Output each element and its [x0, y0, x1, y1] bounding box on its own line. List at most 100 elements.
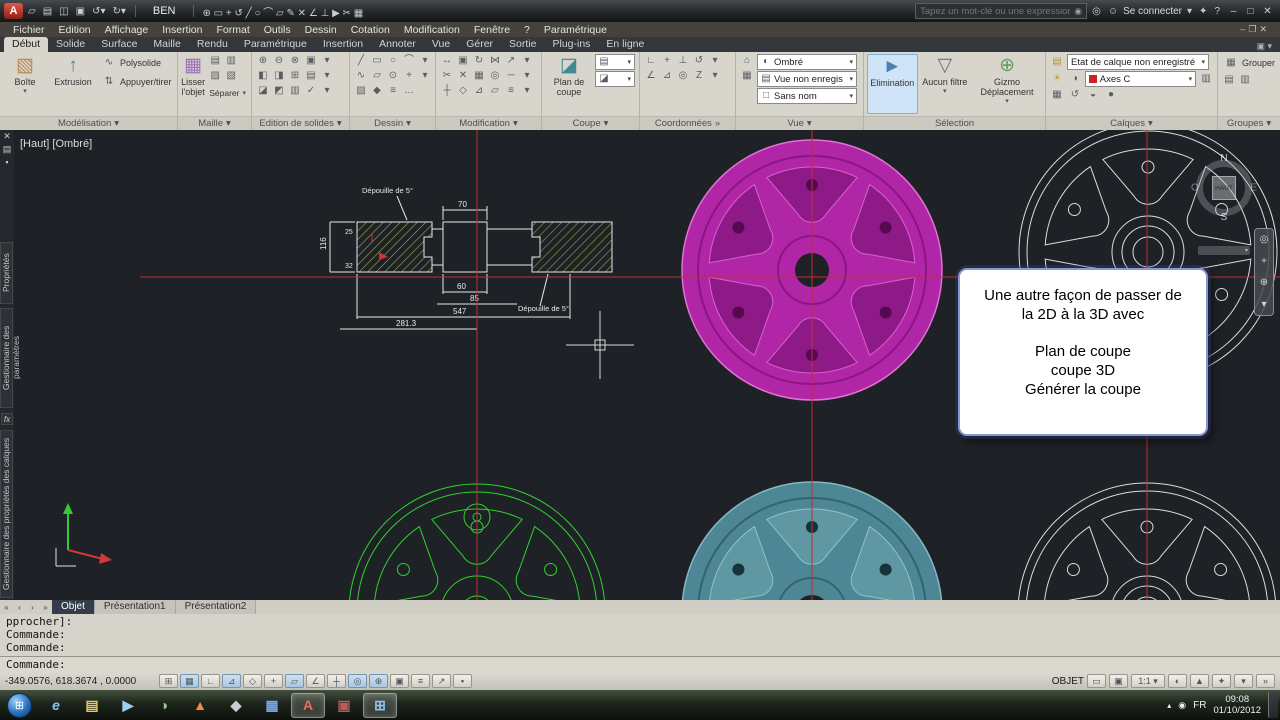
polar-toggle[interactable]: ◇: [243, 674, 262, 688]
chevron-down-icon[interactable]: ▾: [707, 69, 723, 83]
layer-on-icon[interactable]: ☀: [1049, 72, 1065, 86]
plus-icon[interactable]: +: [401, 69, 417, 83]
workspace-gear-icon[interactable]: ✦: [1212, 674, 1231, 688]
panel-label-edition-solides[interactable]: Edition de solides ▾: [252, 116, 349, 130]
search-input[interactable]: [920, 5, 1071, 17]
mesh-crease-icon[interactable]: ▥: [223, 54, 239, 68]
close-button[interactable]: ✕: [1259, 6, 1276, 17]
palette-tab-calques[interactable]: Gestionnaire des propriétés des calques: [0, 430, 13, 598]
chevron-down-icon[interactable]: ▾: [707, 54, 723, 68]
viewcube-east[interactable]: E: [1250, 183, 1257, 194]
appuyer-tirer-button[interactable]: ⇅ Appuyer/tirer: [99, 73, 174, 91]
tab-enligne[interactable]: En ligne: [598, 37, 652, 52]
taskbar-window-icon[interactable]: ⊞: [363, 692, 397, 718]
dyn-toggle[interactable]: ◎: [348, 674, 367, 688]
layer-previous-icon[interactable]: ↺: [1067, 88, 1083, 102]
erase-icon[interactable]: ✕: [455, 69, 471, 83]
apps-store-icon[interactable]: ✦: [1197, 6, 1209, 17]
next-layout-icon[interactable]: ›: [26, 603, 39, 612]
grid-toggle[interactable]: ∟: [201, 674, 220, 688]
show-desktop-button[interactable]: [1268, 692, 1278, 718]
quickprops-toggle[interactable]: ≡: [411, 674, 430, 688]
panel-label-groupes[interactable]: Groupes ▾: [1218, 116, 1280, 130]
taskbar-autocad-icon[interactable]: A: [291, 692, 325, 718]
cleanscreen-icon[interactable]: »: [1256, 674, 1275, 688]
ribbon-minimize-icon[interactable]: ▣ ▾: [1256, 41, 1272, 52]
palette-pin-icon[interactable]: ▪: [0, 156, 14, 169]
panel-label-vue[interactable]: Vue ▾: [736, 116, 863, 130]
panel-label-maille[interactable]: Maille ▾: [178, 116, 251, 130]
taskbar-ie-icon[interactable]: e: [39, 693, 73, 718]
panel-label-modelisation[interactable]: Modélisation ▾: [0, 116, 177, 130]
tab-parametrique[interactable]: Paramétrique: [236, 37, 315, 52]
tab-objet[interactable]: Objet: [52, 600, 95, 614]
transparency-toggle[interactable]: ▣: [390, 674, 409, 688]
hatch-icon[interactable]: ▨: [353, 84, 369, 98]
annotation-visibility-icon[interactable]: ◐: [1168, 674, 1187, 688]
menu-dessin[interactable]: Dessin: [298, 24, 344, 36]
tab-annoter[interactable]: Annoter: [371, 37, 424, 52]
tab-solide[interactable]: Solide: [48, 37, 93, 52]
layout-icon[interactable]: ▣: [1109, 674, 1128, 688]
group-edit-icon[interactable]: ▥: [1237, 73, 1253, 87]
tab-surface[interactable]: Surface: [93, 37, 145, 52]
layer-freeze-icon[interactable]: ◑: [1067, 72, 1083, 86]
autoscale-icon[interactable]: ▲: [1190, 674, 1209, 688]
taskbar-office-icon[interactable]: ▦: [255, 693, 289, 718]
viewcube-menu-bar[interactable]: ▾: [1198, 246, 1250, 255]
close-icon[interactable]: ✕: [0, 130, 14, 143]
full-nav-wheel-icon[interactable]: ◎: [1260, 234, 1269, 245]
section-type-dropdown[interactable]: ▤ ▾: [595, 54, 635, 70]
copy-icon[interactable]: ▣: [455, 54, 471, 68]
exchange-icon[interactable]: ◎: [1090, 6, 1103, 17]
viewcube-north[interactable]: N: [1220, 153, 1227, 164]
stretch-icon[interactable]: ─: [503, 69, 519, 83]
tab-plugins[interactable]: Plug-ins: [544, 37, 598, 52]
menu-parametrique[interactable]: Paramétrique: [537, 24, 614, 36]
tab-rendu[interactable]: Rendu: [189, 37, 236, 52]
ungroup-icon[interactable]: ▤: [1221, 73, 1237, 87]
chamfer-edge-icon[interactable]: ◩: [271, 84, 287, 98]
layer-lock-icon[interactable]: ◒: [1085, 88, 1101, 102]
gradient-icon[interactable]: ◆: [369, 84, 385, 98]
command-line-panel[interactable]: pprocher]: Commande: Commande: Commande:: [0, 614, 1280, 672]
plot-icon[interactable]: ▣: [74, 6, 87, 17]
minimize-button[interactable]: –: [1225, 6, 1242, 17]
explode-icon[interactable]: ┼: [439, 84, 455, 98]
chevron-down-icon[interactable]: ▾: [319, 69, 335, 83]
help-icon[interactable]: ?: [1212, 6, 1222, 17]
chevron-down-icon[interactable]: ▾: [1185, 6, 1194, 17]
app-menu-button[interactable]: A: [4, 3, 23, 19]
named-view-dropdown[interactable]: ▤ Vue non enregis ▾: [757, 71, 857, 87]
redo-icon[interactable]: ↻▾: [110, 6, 127, 17]
taskbar-media-icon[interactable]: ▶: [111, 693, 145, 718]
layer-state-dropdown[interactable]: Etat de calque non enregistré ▾: [1067, 54, 1209, 70]
point-icon[interactable]: ⊙: [385, 69, 401, 83]
trim-icon[interactable]: ✂: [439, 69, 455, 83]
fillet-edge-icon[interactable]: ◪: [255, 84, 271, 98]
zoom-icon[interactable]: ⊕: [1260, 277, 1268, 288]
elimination-button[interactable]: ► Elimination: [867, 54, 918, 114]
chevron-down-icon[interactable]: ▾: [519, 84, 535, 98]
union-icon[interactable]: ⊕: [255, 54, 271, 68]
layer-isolate-icon[interactable]: ▥: [1198, 72, 1214, 86]
line-icon[interactable]: ╱: [353, 54, 369, 68]
aucun-filtre-button[interactable]: ▽ Aucun filtre ▾: [920, 54, 971, 114]
section-live-dropdown[interactable]: ◪ ▾: [595, 71, 635, 87]
osnap-toggle[interactable]: +: [264, 674, 283, 688]
start-button[interactable]: ⊞: [7, 692, 32, 718]
space-label[interactable]: OBJET: [1052, 676, 1084, 687]
chevron-down-icon[interactable]: ▾: [519, 54, 535, 68]
ucs-angle-icon[interactable]: ∠: [643, 69, 659, 83]
panel-label-dessin[interactable]: Dessin ▾: [350, 116, 435, 130]
selectioncycling-toggle[interactable]: ↗: [432, 674, 451, 688]
join-icon[interactable]: ≡: [503, 84, 519, 98]
tray-expand-icon[interactable]: ▴: [1167, 701, 1171, 710]
layer-match-icon[interactable]: ▦: [1049, 88, 1065, 102]
viewcube-south[interactable]: S: [1221, 212, 1228, 223]
gizmo-deplacement-button[interactable]: ⊕ Gizmo Déplacement ▾: [972, 54, 1042, 114]
command-prompt[interactable]: Commande:: [0, 656, 1280, 672]
drawing-window-controls[interactable]: –❐✕: [1240, 24, 1274, 35]
panel-label-calques[interactable]: Calques ▾: [1046, 116, 1217, 130]
search-icon[interactable]: ◉: [1074, 6, 1082, 17]
